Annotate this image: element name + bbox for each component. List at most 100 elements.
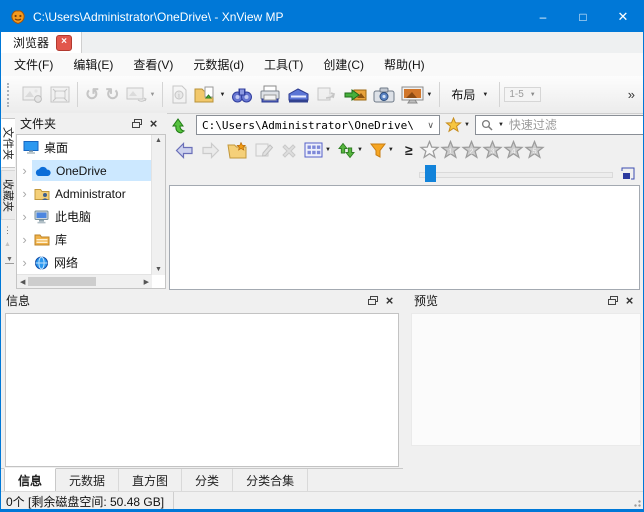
tree-item-network[interactable]: › 网络 [17,251,152,274]
open-folder-menu-button[interactable]: ▼ [191,80,228,110]
address-path-input[interactable] [200,118,425,133]
expander-icon[interactable]: › [17,232,32,247]
quick-filter-box[interactable]: ▼ ... [475,115,644,135]
toolbar-drag-handle[interactable] [7,83,13,107]
file-info-button[interactable]: i [167,80,191,110]
tab-histogram[interactable]: 直方图 [119,469,182,492]
float-panel-icon[interactable] [364,293,381,308]
dock-tab-strip: 文件夹 收藏夹 ⋮ ▲ ▼ [1,113,16,290]
flip-menu-button[interactable]: ▼ [123,80,159,110]
address-combobox[interactable]: ∨ [196,115,440,135]
search-button[interactable] [228,80,256,110]
quick-filter-input[interactable] [507,117,644,133]
print-button[interactable] [256,80,284,110]
float-panel-icon[interactable] [604,293,621,308]
compact-pane-icon[interactable] [621,167,635,180]
close-panel-icon[interactable]: × [381,293,398,308]
forward-button[interactable] [198,138,223,162]
toolbar-overflow-button[interactable]: » [625,87,638,102]
sort-menu-button[interactable]: ▼ [335,138,366,162]
slider-thumb[interactable] [425,165,436,182]
scroll-up-icon[interactable]: ▲ [155,137,162,144]
grid-view-icon [304,142,323,158]
maximize-button[interactable]: □ [563,1,603,32]
resize-grip[interactable] [632,498,641,507]
chevron-down-icon: ▼ [482,92,488,98]
rename-button[interactable] [252,138,277,162]
expander-icon[interactable]: › [17,209,32,224]
back-button[interactable] [172,138,197,162]
thumbnail-size-slider[interactable] [419,172,613,178]
tree-item-onedrive[interactable]: › OneDrive [17,159,152,182]
dock-tab-favorites[interactable]: 收藏夹 [1,170,16,220]
tree-item-label: 库 [55,231,67,248]
tab-info[interactable]: 信息 [4,468,56,492]
dock-strip-scroll-down-icon[interactable]: ▼ [5,256,14,264]
tab-browser[interactable]: 浏览器 × [1,32,82,53]
rating-star-2[interactable]: 2 [461,140,482,160]
scan-button[interactable] [284,80,313,110]
go-up-button[interactable] [172,116,191,135]
scroll-right-icon[interactable]: ▶ [144,278,149,286]
tree-item-desktop[interactable]: 桌面 [17,136,152,159]
close-panel-icon[interactable]: × [145,116,162,131]
rating-star-3[interactable]: 3 [482,140,503,160]
fullscreen-button[interactable] [47,80,73,110]
float-panel-icon[interactable] [128,116,145,131]
scroll-down-icon[interactable]: ▼ [155,266,162,273]
minimize-button[interactable]: – [523,1,563,32]
tree-horizontal-scrollbar[interactable]: ◀ ▶ [17,274,152,288]
slideshow-menu-button[interactable]: ▼ [398,80,435,110]
convert-button[interactable] [341,80,370,110]
chevron-down-icon[interactable]: ∨ [425,120,436,131]
new-folder-button[interactable] [224,138,251,162]
menu-tools[interactable]: 工具(T) [254,53,313,76]
favorite-star-menu-button[interactable]: ▼ [445,117,470,133]
tab-categories[interactable]: 分类 [182,469,233,492]
delete-x-icon [281,143,297,158]
menu-create[interactable]: 创建(C) [313,53,374,76]
rotate-left-button[interactable]: ↺ [82,80,102,110]
expander-icon[interactable]: › [17,255,32,270]
tab-close-icon[interactable]: × [56,35,72,51]
delete-button[interactable] [278,138,300,162]
capture-button[interactable] [370,80,398,110]
layout-menu-button[interactable]: 布局 ▼ [444,86,495,103]
slideshow-icon [401,86,424,104]
rating-star-0[interactable] [419,140,440,160]
rating-star-1[interactable]: 1 [440,140,461,160]
tree-vertical-scrollbar[interactable]: ▲ ▼ [151,135,165,275]
view-mode-menu-button[interactable]: ▼ [301,138,334,162]
share-button[interactable] [313,80,341,110]
thumbnail-slider-row [167,163,641,184]
preview-panel: 预览 × [409,290,643,491]
dock-strip-scroll-up-icon[interactable]: ▲ [1,241,14,248]
pages-label: 1-5 [509,89,523,100]
tree-item-this-pc[interactable]: › 此电脑 [17,205,152,228]
rating-ge-icon[interactable]: ≥ [405,142,413,158]
rating-star-5[interactable]: 5 [524,140,545,160]
view-image-button[interactable] [19,80,47,110]
menu-view[interactable]: 查看(V) [123,53,183,76]
close-button[interactable]: ✕ [603,1,643,32]
tree-item-administrator[interactable]: › Administrator [17,182,152,205]
menu-edit[interactable]: 编辑(E) [63,53,123,76]
rating-star-4[interactable]: 4 [503,140,524,160]
thumbnail-browser-area[interactable] [169,185,640,290]
dock-tab-folders[interactable]: 文件夹 [1,118,16,168]
expander-icon[interactable]: › [17,186,32,201]
tab-metadata[interactable]: 元数据 [56,469,119,492]
menu-file[interactable]: 文件(F) [4,53,63,76]
pages-menu-button[interactable]: 1-5 ▼ [504,87,540,102]
menu-metadata[interactable]: 元数据(d) [183,53,254,76]
tab-category-sets[interactable]: 分类合集 [233,469,308,492]
scroll-left-icon[interactable]: ◀ [20,278,25,286]
tree-item-libraries[interactable]: › 库 [17,228,152,251]
menu-help[interactable]: 帮助(H) [374,53,435,76]
filter-menu-button[interactable]: ▼ [367,138,397,162]
rotate-right-button[interactable]: ↻ [102,80,122,110]
dock-strip-dots-icon: ⋮ [1,225,14,236]
close-panel-icon[interactable]: × [621,293,638,308]
expander-icon[interactable]: › [17,163,32,178]
scrollbar-thumb[interactable] [28,277,96,286]
